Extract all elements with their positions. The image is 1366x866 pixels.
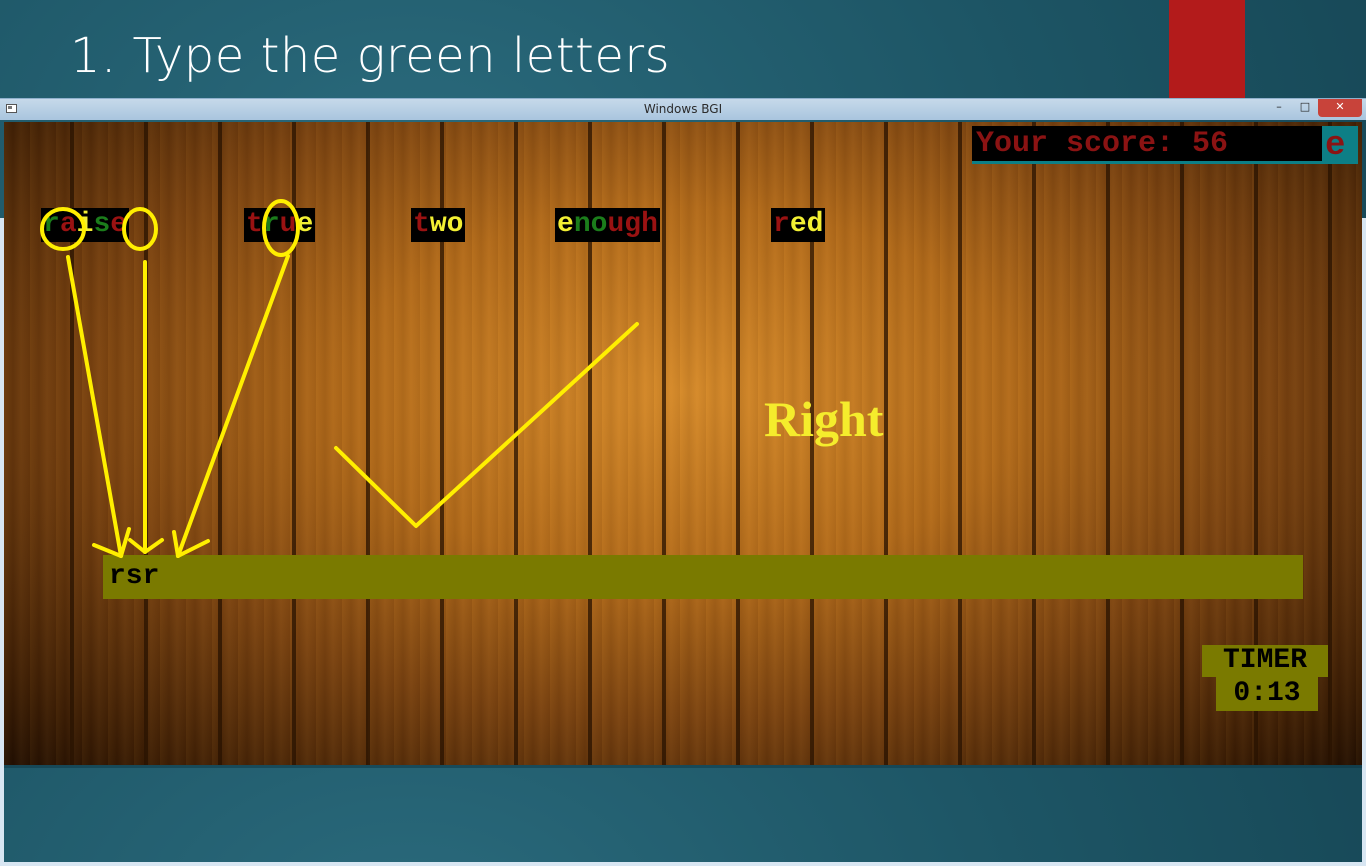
word-letter: e (557, 209, 574, 240)
word-letter: i (76, 209, 94, 240)
close-button[interactable]: ✕ (1318, 99, 1362, 117)
falling-word: enough (555, 208, 660, 242)
slide-title: 1. Type the green letters (70, 28, 671, 84)
typed-text: rsr (109, 561, 160, 592)
window-title: Windows BGI (643, 102, 723, 116)
maximize-button[interactable]: □ (1294, 99, 1316, 117)
word-letter: h (641, 209, 658, 240)
word-letter: r (773, 209, 790, 240)
word-letter: w (429, 209, 447, 240)
word-letter: r (262, 209, 280, 240)
word-letter: t (413, 209, 430, 240)
red-accent-block (1169, 0, 1245, 99)
score-display: Your score: 56 e (972, 126, 1358, 164)
word-letter: e (110, 209, 128, 240)
word-letter: a (59, 209, 77, 240)
timer-label: TIMER (1202, 645, 1328, 677)
word-letter: e (789, 209, 807, 240)
falling-word: two (411, 208, 466, 242)
minimize-button[interactable]: – (1268, 99, 1290, 117)
score-overflow-char: e (1325, 127, 1346, 164)
window-frame-left (0, 218, 4, 866)
falling-word: red (771, 208, 826, 242)
word-letter: t (246, 209, 263, 240)
falling-word: true (244, 208, 316, 242)
window-frame-bottom (0, 862, 1366, 866)
word-letter: u (607, 209, 625, 240)
word-letter: o (590, 209, 608, 240)
falling-word: raise (41, 208, 130, 242)
window-frame-right (1362, 218, 1366, 866)
word-letter: o (446, 209, 464, 240)
window-titlebar[interactable]: Windows BGI – □ ✕ (0, 98, 1366, 120)
word-letter: s (93, 209, 111, 240)
bgi-window: Windows BGI – □ ✕ Your score: 56 e raise… (0, 98, 1366, 866)
game-playfield[interactable]: Your score: 56 e raise true two enough r… (4, 122, 1362, 765)
typing-input-bar[interactable]: rsr (103, 555, 1303, 599)
word-letter: d (806, 209, 824, 240)
score-text: Your score: 56 (976, 127, 1229, 161)
timer-value: 0:13 (1216, 677, 1318, 711)
word-letter: e (296, 209, 314, 240)
word-letter: r (43, 209, 60, 240)
word-letter: n (573, 209, 591, 240)
feedback-label: Right (764, 391, 884, 447)
word-letter: u (279, 209, 297, 240)
word-letter: g (624, 209, 642, 240)
